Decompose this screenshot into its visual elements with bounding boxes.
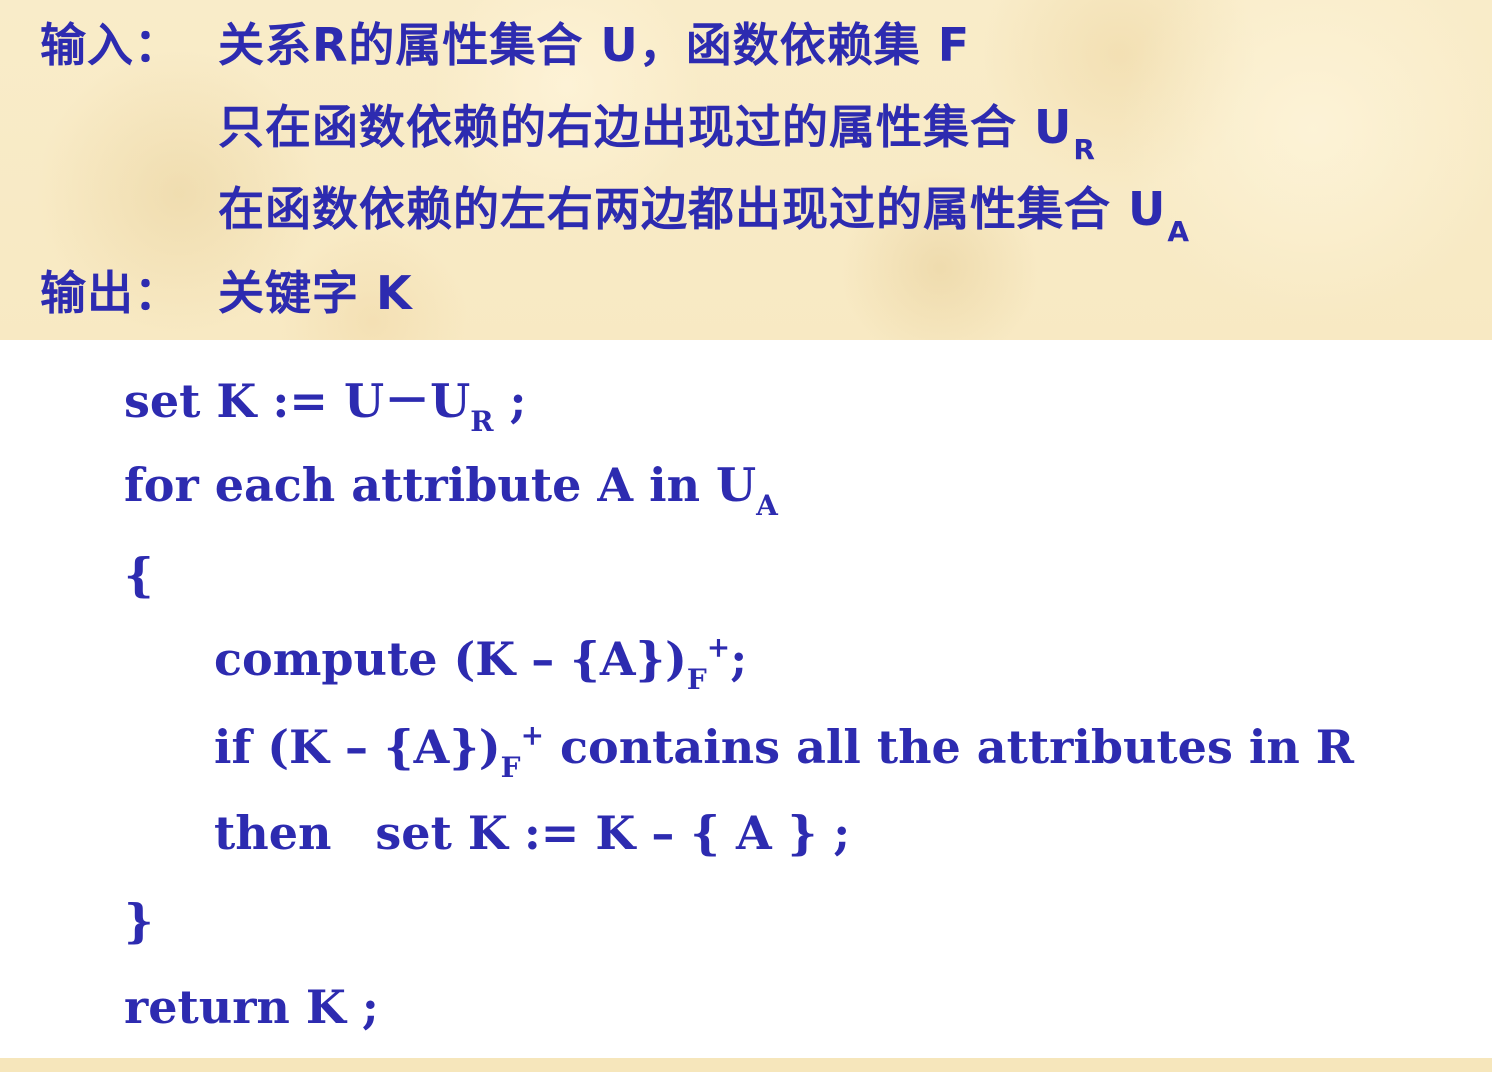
code-text: return K ; (124, 980, 379, 1034)
code-text: } (124, 894, 154, 948)
slide: 输入： 关系R的属性集合 U，函数依赖集 F 只在函数依赖的右边出现过的属性集合 … (0, 0, 1492, 1072)
code-text: for each attribute A in U (124, 458, 757, 512)
code-text: { (124, 548, 154, 602)
code-text: compute (K – {A}) (214, 632, 687, 686)
code-line-close-brace: } (124, 898, 154, 944)
code-line-if: if (K – {A})F+ contains all the attribut… (214, 722, 1354, 782)
right-side-attributes-subscript: R (1073, 133, 1096, 166)
output-line: 输出： 关键字 K (40, 270, 413, 316)
code-line-open-brace: { (124, 552, 154, 598)
code-text: contains all the attributes in R (544, 720, 1355, 774)
output-label: 输出： (40, 266, 181, 320)
io-description: 输入： 关系R的属性集合 U，函数依赖集 F 只在函数依赖的右边出现过的属性集合 … (0, 0, 1492, 340)
code-text: set K := K – { A } ; (375, 806, 851, 860)
code-subscript: F (686, 663, 707, 696)
code-line-return: return K ; (124, 984, 379, 1030)
code-text: set K := U－U (124, 374, 471, 428)
both-sides-attributes-subscript: A (1167, 215, 1191, 248)
right-side-attributes-text: 只在函数依赖的右边出现过的属性集合 U (218, 100, 1073, 154)
code-line-compute: compute (K – {A})F+; (214, 634, 747, 694)
algorithm-panel (0, 340, 1492, 1058)
code-subscript: F (500, 751, 521, 784)
right-side-attributes-line: 只在函数依赖的右边出现过的属性集合 UR (218, 104, 1096, 164)
code-line-set-k: set K := U－UR ; (124, 378, 526, 436)
input-text: 关系R的属性集合 U，函数依赖集 F (218, 18, 971, 72)
code-keyword: then (214, 806, 332, 860)
code-line-then: then set K := K – { A } ; (214, 810, 850, 856)
output-text: 关键字 K (218, 266, 413, 320)
bottom-strip (0, 1058, 1492, 1072)
code-line-for-each: for each attribute A in UA (124, 462, 778, 520)
code-text: if (K – {A}) (214, 720, 501, 774)
code-subscript: A (756, 489, 778, 522)
code-subscript: R (470, 405, 494, 438)
code-text: ; (493, 374, 527, 428)
both-sides-attributes-line: 在函数依赖的左右两边都出现过的属性集合 UA (218, 186, 1190, 246)
code-superscript: + (706, 631, 731, 664)
both-sides-attributes-text: 在函数依赖的左右两边都出现过的属性集合 U (218, 182, 1167, 236)
code-superscript: + (520, 719, 545, 752)
input-label: 输入： (40, 18, 181, 72)
input-line: 输入： 关系R的属性集合 U，函数依赖集 F (40, 22, 970, 68)
code-text: ; (730, 632, 748, 686)
